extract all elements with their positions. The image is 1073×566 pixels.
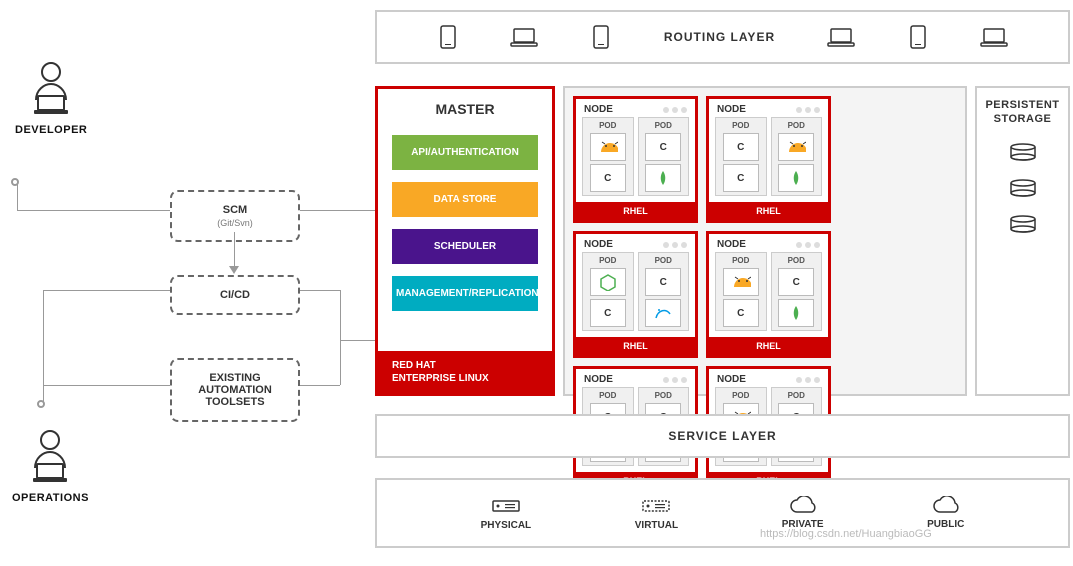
disk-icon bbox=[1008, 143, 1038, 163]
disk-icon-3 bbox=[1008, 215, 1038, 235]
node-1: NODE PODCPODC RHEL bbox=[573, 96, 698, 223]
master-mgmt: MANAGEMENT/REPLICATION bbox=[392, 276, 538, 311]
node-4: NODE PODCPODC RHEL bbox=[706, 231, 831, 358]
node-title: NODE bbox=[584, 239, 613, 250]
laptop-icon-2 bbox=[827, 26, 855, 48]
master-box: MASTER API/AUTHENTICATION DATA STORE SCH… bbox=[375, 86, 555, 396]
infra-public: PUBLIC bbox=[927, 496, 964, 530]
cicd-title: CI/CD bbox=[188, 289, 282, 301]
routing-label: ROUTING LAYER bbox=[664, 30, 775, 44]
node-3: NODE PODCPODC RHEL bbox=[573, 231, 698, 358]
routing-layer: ROUTING LAYER bbox=[375, 10, 1070, 64]
node-title: NODE bbox=[584, 104, 613, 115]
container-tomcat bbox=[723, 268, 759, 296]
node-status-dots bbox=[796, 377, 820, 383]
container-mongo bbox=[778, 299, 814, 327]
container-mongo bbox=[645, 164, 681, 192]
master-scheduler: SCHEDULER bbox=[392, 229, 538, 264]
phone-icon-2 bbox=[590, 25, 612, 49]
cloud-lock-icon bbox=[788, 496, 818, 516]
watermark: https://blog.csdn.net/HuangbiaoGG bbox=[760, 528, 932, 540]
node-status-dots bbox=[663, 107, 687, 113]
operations-label: OPERATIONS bbox=[12, 492, 89, 504]
node-footer: RHEL bbox=[709, 337, 828, 355]
pod: PODC bbox=[771, 252, 823, 331]
container-C: C bbox=[723, 164, 759, 192]
container-tomcat bbox=[778, 133, 814, 161]
phone-icon-3 bbox=[907, 25, 929, 49]
container-C: C bbox=[778, 268, 814, 296]
pod: PODC bbox=[582, 252, 634, 331]
master-title: MASTER bbox=[378, 89, 552, 129]
server-icon bbox=[491, 495, 521, 517]
scm-sub: (Git/Svn) bbox=[188, 218, 282, 228]
container-C: C bbox=[590, 299, 626, 327]
infra-virtual: VIRTUAL bbox=[635, 495, 678, 531]
container-node bbox=[590, 268, 626, 296]
operations-persona: OPERATIONS bbox=[12, 426, 89, 504]
operations-icon bbox=[25, 426, 75, 486]
container-tomcat bbox=[590, 133, 626, 161]
node-status-dots bbox=[663, 377, 687, 383]
node-title: NODE bbox=[584, 374, 613, 385]
container-C: C bbox=[723, 299, 759, 327]
pod: POD bbox=[771, 117, 823, 196]
pod: PODC bbox=[582, 117, 634, 196]
pod: PODC bbox=[715, 252, 767, 331]
pod: PODCC bbox=[715, 117, 767, 196]
toolsets-box: EXISTING AUTOMATION TOOLSETS bbox=[170, 358, 300, 422]
infra-layer: PHYSICAL VIRTUAL PRIVATE PUBLIC bbox=[375, 478, 1070, 548]
storage-title: PERSISTENT STORAGE bbox=[985, 98, 1059, 127]
cloud-globe-icon bbox=[931, 496, 961, 516]
node-footer: RHEL bbox=[576, 337, 695, 355]
service-layer: SERVICE LAYER bbox=[375, 414, 1070, 458]
laptop-icon bbox=[510, 26, 538, 48]
storage-box: PERSISTENT STORAGE bbox=[975, 86, 1070, 396]
laptop-icon-3 bbox=[980, 26, 1008, 48]
container-C: C bbox=[723, 133, 759, 161]
disk-icon-2 bbox=[1008, 179, 1038, 199]
virtual-icon bbox=[641, 495, 671, 517]
master-datastore: DATA STORE bbox=[392, 182, 538, 217]
container-mongo bbox=[778, 164, 814, 192]
container-C: C bbox=[590, 164, 626, 192]
container-mysql bbox=[645, 299, 681, 327]
toolsets-title: EXISTING AUTOMATION TOOLSETS bbox=[188, 372, 282, 408]
node-title: NODE bbox=[717, 104, 746, 115]
developer-icon bbox=[26, 58, 76, 118]
node-status-dots bbox=[796, 242, 820, 248]
developer-label: DEVELOPER bbox=[15, 124, 87, 136]
pod: PODC bbox=[638, 117, 690, 196]
cicd-box: CI/CD bbox=[170, 275, 300, 315]
container-C: C bbox=[645, 133, 681, 161]
master-footer: RED HAT ENTERPRISE LINUX bbox=[378, 351, 552, 393]
developer-persona: DEVELOPER bbox=[15, 58, 87, 136]
phone-icon bbox=[437, 25, 459, 49]
scm-title: SCM bbox=[188, 204, 282, 216]
service-label: SERVICE LAYER bbox=[668, 429, 776, 443]
node-status-dots bbox=[663, 242, 687, 248]
master-api: API/AUTHENTICATION bbox=[392, 135, 538, 170]
infra-private: PRIVATE bbox=[782, 496, 824, 530]
scm-box: SCM (Git/Svn) bbox=[170, 190, 300, 242]
node-2: NODE PODCCPOD RHEL bbox=[706, 96, 831, 223]
container-C: C bbox=[645, 268, 681, 296]
node-footer: RHEL bbox=[709, 202, 828, 220]
node-footer: RHEL bbox=[576, 202, 695, 220]
nodes-panel: NODEPODCPODCRHELNODEPODCCPODRHELNODEPODC… bbox=[563, 86, 967, 396]
pod: PODC bbox=[638, 252, 690, 331]
infra-physical: PHYSICAL bbox=[481, 495, 532, 531]
node-status-dots bbox=[796, 107, 820, 113]
node-title: NODE bbox=[717, 239, 746, 250]
node-title: NODE bbox=[717, 374, 746, 385]
